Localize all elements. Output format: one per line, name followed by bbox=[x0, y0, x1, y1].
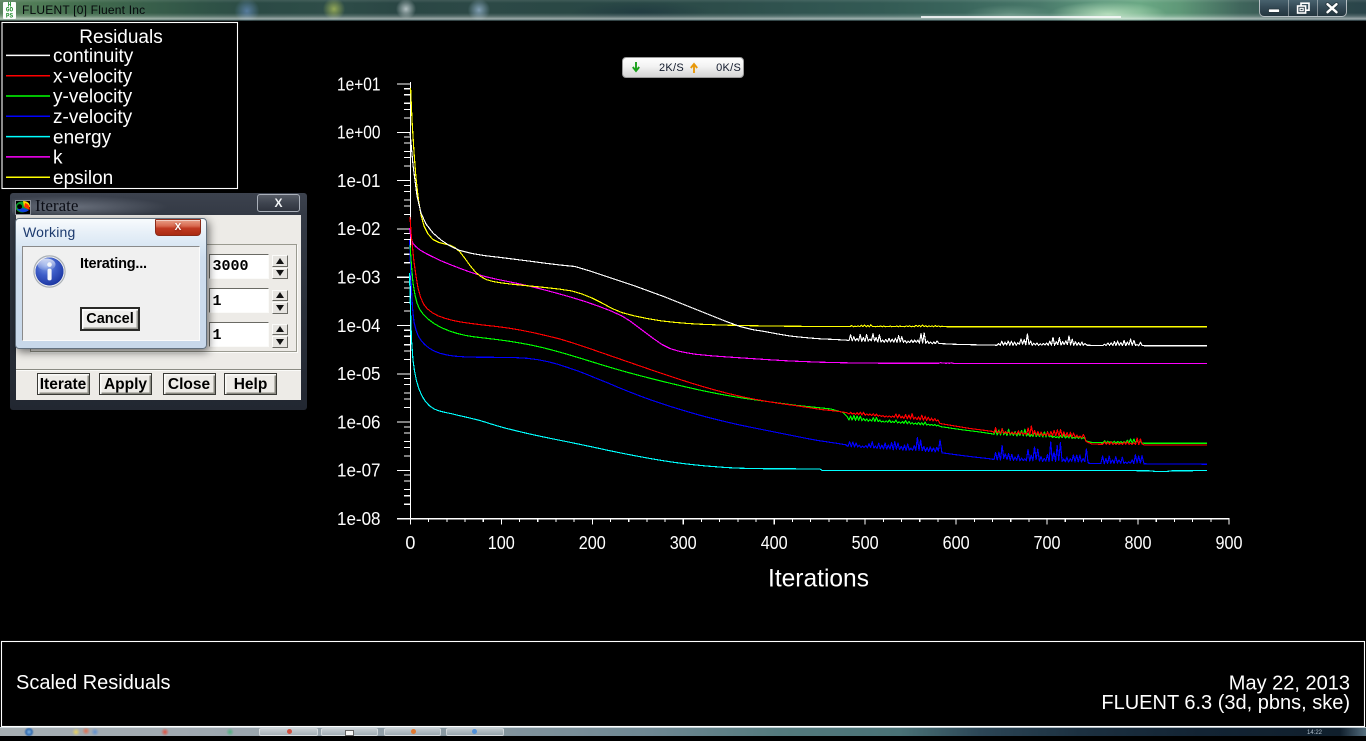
svg-text:FLUENT 6.3 (3d, pbns, ske): FLUENT 6.3 (3d, pbns, ske) bbox=[1101, 692, 1350, 714]
svg-text:1e-04: 1e-04 bbox=[337, 316, 381, 336]
svg-text:1e-05: 1e-05 bbox=[337, 364, 381, 384]
svg-text:300: 300 bbox=[670, 533, 697, 553]
svg-text:x-velocity: x-velocity bbox=[53, 66, 133, 87]
svg-text:Scaled Residuals: Scaled Residuals bbox=[16, 672, 171, 694]
svg-text:1e-07: 1e-07 bbox=[337, 461, 381, 481]
svg-text:energy: energy bbox=[53, 127, 112, 148]
svg-text:1e-08: 1e-08 bbox=[337, 509, 381, 529]
svg-text:k: k bbox=[53, 148, 63, 169]
svg-text:0: 0 bbox=[405, 533, 415, 553]
svg-text:Residuals: Residuals bbox=[79, 27, 162, 48]
svg-text:continuity: continuity bbox=[53, 46, 134, 67]
svg-text:epsilon: epsilon bbox=[53, 168, 113, 189]
svg-text:1e+00: 1e+00 bbox=[337, 123, 381, 143]
svg-text:1e-01: 1e-01 bbox=[337, 171, 381, 191]
svg-text:400: 400 bbox=[761, 533, 788, 553]
svg-text:1e-02: 1e-02 bbox=[337, 219, 381, 239]
svg-text:900: 900 bbox=[1216, 533, 1243, 553]
svg-text:z-velocity: z-velocity bbox=[53, 107, 133, 128]
svg-text:600: 600 bbox=[943, 533, 970, 553]
svg-text:500: 500 bbox=[852, 533, 879, 553]
svg-text:700: 700 bbox=[1034, 533, 1061, 553]
svg-text:200: 200 bbox=[579, 533, 606, 553]
svg-text:1e+01: 1e+01 bbox=[337, 74, 381, 94]
svg-text:1e-03: 1e-03 bbox=[337, 268, 381, 288]
svg-text:100: 100 bbox=[488, 533, 515, 553]
svg-text:1e-06: 1e-06 bbox=[337, 412, 381, 432]
svg-text:y-velocity: y-velocity bbox=[53, 87, 133, 108]
svg-text:800: 800 bbox=[1125, 533, 1152, 553]
svg-text:May 22, 2013: May 22, 2013 bbox=[1229, 672, 1350, 694]
svg-text:Iterations: Iterations bbox=[768, 565, 869, 593]
